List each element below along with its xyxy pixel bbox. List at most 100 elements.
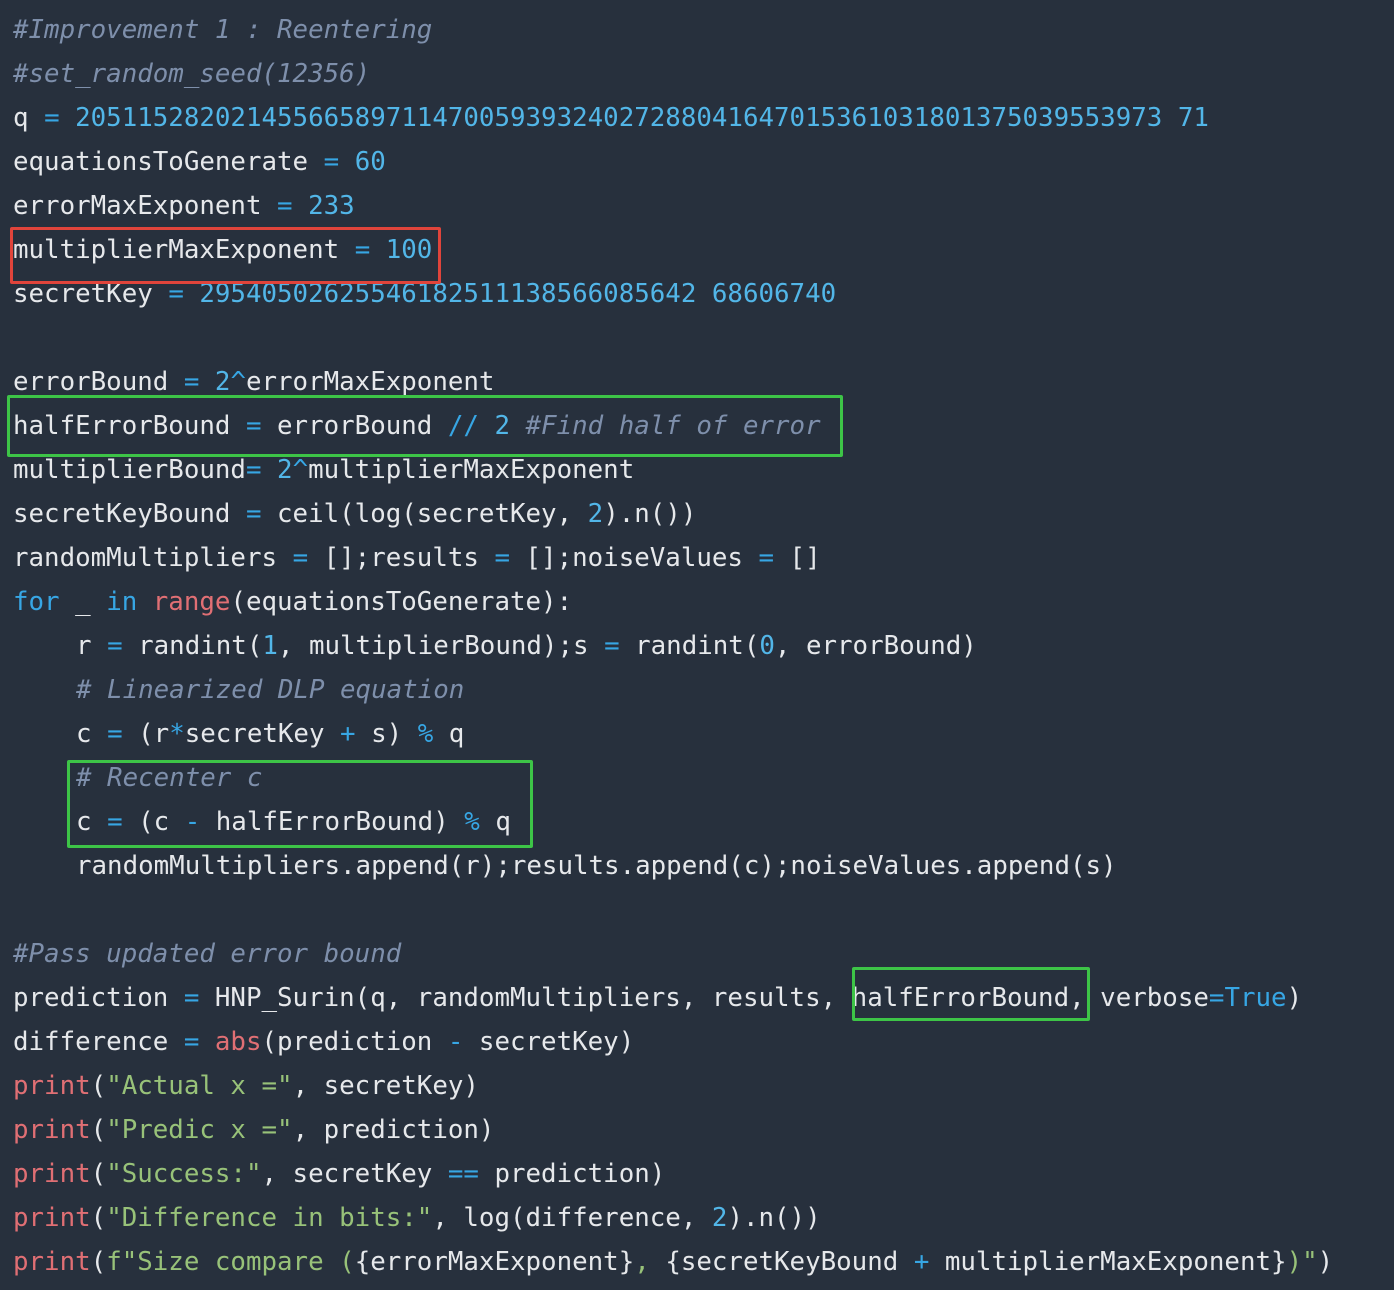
code-token-text: secretKey) <box>463 1027 635 1057</box>
code-token-string: , <box>634 1247 666 1277</box>
code-token-text: equationsToGenerate <box>13 147 324 177</box>
code-token-comment: # Linearized DLP equation <box>76 675 465 705</box>
code-line: print("Difference in bits:", log(differe… <box>13 1196 821 1240</box>
code-token-text: prediction <box>13 983 184 1013</box>
code-line: q = 205115282021455665897114700593932402… <box>13 96 1209 140</box>
code-token-string: "Actual x =" <box>106 1071 293 1101</box>
code-line: prediction = HNP_Surin(q, randomMultipli… <box>13 976 1302 1020</box>
code-token-text: ).n()) <box>603 499 697 529</box>
code-token-text: errorMaxExponent <box>245 367 495 397</box>
code-token-number: 233 <box>308 191 355 221</box>
code-token-text: ( <box>90 1247 107 1277</box>
code-line: print("Actual x =", secretKey) <box>13 1064 479 1108</box>
code-line: randomMultipliers = [];results = [];nois… <box>13 536 821 580</box>
code-token-keyword: for <box>13 587 60 617</box>
code-token-operator: * <box>169 719 185 749</box>
code-token-operator: = <box>292 543 309 573</box>
code-token-keyword: True <box>1224 983 1287 1013</box>
code-token-text: secretKey <box>184 719 341 749</box>
code-token-operator: = <box>245 455 262 485</box>
code-token-text: ) <box>1286 983 1303 1013</box>
code-line: errorMaxExponent = 233 <box>13 184 355 228</box>
code-token-string: "Difference in bits:" <box>106 1203 433 1233</box>
highlight-box-half-error-bound-arg <box>852 967 1090 1021</box>
code-token-operator: = <box>245 499 262 529</box>
code-token-text: randint( <box>619 631 760 661</box>
code-token-text: prediction) <box>478 1159 666 1189</box>
code-token-operator: = <box>107 631 123 661</box>
code-line: # Linearized DLP equation <box>76 668 464 712</box>
code-token-comment: #Improvement 1 : Reentering <box>13 15 433 45</box>
highlight-box-recenter <box>67 760 533 848</box>
code-token-number: 2 <box>711 1203 728 1233</box>
code-token-operator: - <box>447 1027 464 1057</box>
code-token-operator: = <box>183 1027 200 1057</box>
code-editor: #Improvement 1 : Reentering #set_random_s… <box>0 0 1394 1290</box>
code-token-builtin: print <box>13 1247 91 1277</box>
code-token-comment: #set_random_seed(12356) <box>13 59 371 89</box>
code-token-builtin: print <box>13 1203 91 1233</box>
code-token-text: ).n()) <box>727 1203 821 1233</box>
code-token-text: randint( <box>122 631 263 661</box>
code-token-operator: == <box>447 1159 479 1189</box>
code-token-text: [] <box>774 543 821 573</box>
code-token-text: ceil(log(secretKey, <box>261 499 588 529</box>
code-token-number: 1 <box>262 631 278 661</box>
code-token-text: q <box>13 103 45 133</box>
code-token-operator: = <box>183 367 200 397</box>
code-token-text: s) <box>355 719 418 749</box>
code-token-number: 2 <box>277 455 293 485</box>
code-line: #Improvement 1 : Reentering <box>13 8 432 52</box>
code-line: print("Success:", secretKey == predictio… <box>13 1152 665 1196</box>
code-token-text: errorMaxExponent <box>13 191 278 221</box>
code-token-operator: + <box>340 719 356 749</box>
code-token-text: [];noiseValues <box>510 543 759 573</box>
code-token-builtin: print <box>13 1159 91 1189</box>
code-line: #Pass updated error bound <box>13 932 401 976</box>
code-token-text: , errorBound) <box>774 631 977 661</box>
code-token-text: (equationsToGenerate): <box>230 587 573 617</box>
code-token-operator: ^ <box>230 367 246 397</box>
code-token-operator: = <box>494 543 510 573</box>
code-token-builtin: range <box>152 587 231 617</box>
code-token-string: f"Size compare ( <box>106 1247 355 1277</box>
highlight-box-multiplier-max-exponent <box>10 227 441 284</box>
code-token-number: 60 <box>354 147 386 177</box>
code-token-text: secretKeyBound <box>13 499 246 529</box>
code-token-text: , log(difference, <box>432 1203 712 1233</box>
code-token-text: _ <box>59 587 107 617</box>
code-token-text: ) <box>1317 1247 1334 1277</box>
code-token-keyword: in <box>106 587 138 617</box>
code-line: c = (r*secretKey + s) % q <box>76 712 464 756</box>
code-line: equationsToGenerate = 60 <box>13 140 386 184</box>
code-line: randomMultipliers.append(r);results.appe… <box>76 844 1117 888</box>
code-token-text: , multiplierBound);s <box>277 631 605 661</box>
code-token-text: {secretKeyBound <box>665 1247 914 1277</box>
code-token-text: (r <box>122 719 170 749</box>
code-token-operator: = <box>183 983 200 1013</box>
code-token-text: , secretKey <box>261 1159 448 1189</box>
code-token-string: )" <box>1286 1247 1318 1277</box>
highlight-box-half-error-bound <box>7 395 843 457</box>
code-token-text: ( <box>90 1203 107 1233</box>
code-line: secretKeyBound = ceil(log(secretKey, 2).… <box>13 492 696 536</box>
code-token-text: randomMultipliers <box>13 543 293 573</box>
code-token-string: "Success:" <box>106 1159 262 1189</box>
code-line: print("Predic x =", prediction) <box>13 1108 494 1152</box>
code-token-builtin: print <box>13 1115 91 1145</box>
code-token-operator: = <box>1208 983 1225 1013</box>
code-token-comment: #Pass updated error bound <box>13 939 402 969</box>
code-token-text: multiplierBound <box>13 455 246 485</box>
code-token-operator: = <box>277 191 293 221</box>
code-token-operator: = <box>323 147 340 177</box>
code-token-operator: = <box>44 103 60 133</box>
code-line: difference = abs(prediction - secretKey) <box>13 1020 634 1064</box>
code-token-text: errorBound <box>13 367 184 397</box>
code-token-string: "Predic x =" <box>106 1115 293 1145</box>
code-token-text: multiplierMaxExponent} <box>929 1247 1287 1277</box>
